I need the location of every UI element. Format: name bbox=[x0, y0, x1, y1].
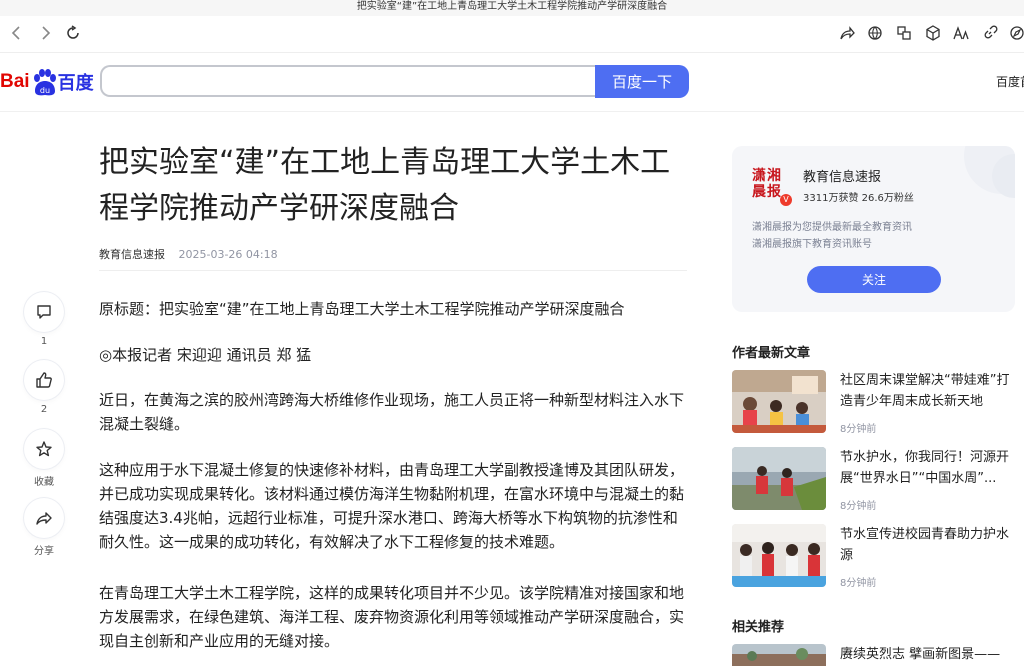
related-heading: 相关推荐 bbox=[732, 620, 785, 635]
article-paragraph: ◎本报记者 宋迎迎 通讯员 郑 猛 bbox=[99, 346, 312, 364]
favorite-label: 收藏 bbox=[34, 477, 54, 488]
comment-button[interactable] bbox=[24, 292, 64, 332]
thumbs-up-icon bbox=[36, 372, 52, 388]
baidu-logo[interactable]: Bai du 百度 bbox=[0, 65, 94, 99]
comment-count: 1 bbox=[40, 336, 48, 347]
news-title[interactable]: 节水宣传进校园青春助力护水源 bbox=[840, 524, 1018, 566]
news-title[interactable]: 社区周末课堂解决“带娃难”打造青少年周末成长新天地 bbox=[840, 370, 1018, 412]
article-paragraph: 这种应用于水下混凝土修复的快速修补材料，由青岛理工大学副教授逢博及其团队研发，并… bbox=[99, 461, 685, 551]
search-input[interactable] bbox=[100, 65, 595, 97]
author-name[interactable]: 教育信息速报 bbox=[803, 166, 881, 185]
comment-icon bbox=[37, 305, 51, 319]
news-thumbnail[interactable] bbox=[732, 644, 826, 666]
author-stats: 3311万获赞 26.6万粉丝 bbox=[803, 193, 914, 204]
logo-text-du: 百度 bbox=[57, 73, 94, 94]
author-description: 潇湘晨报为您提供最新最全教育资讯 潇湘晨报旗下教育资讯账号 bbox=[752, 219, 1002, 253]
share-label: 分享 bbox=[34, 546, 54, 557]
text-size-icon[interactable] bbox=[950, 22, 972, 44]
like-count: 2 bbox=[40, 404, 48, 415]
article-author[interactable]: 教育信息速报 bbox=[99, 248, 165, 261]
divider bbox=[99, 270, 687, 271]
paw-icon: du bbox=[31, 67, 57, 97]
forward-icon[interactable] bbox=[34, 22, 56, 44]
author-desc-line: 潇湘晨报为您提供最新最全教育资讯 bbox=[752, 222, 912, 233]
reload-icon[interactable] bbox=[62, 22, 84, 44]
news-thumbnail[interactable] bbox=[732, 370, 826, 433]
star-icon bbox=[36, 441, 52, 457]
share-button[interactable] bbox=[24, 498, 64, 538]
follow-button[interactable]: 关注 bbox=[807, 266, 941, 293]
globe-icon[interactable] bbox=[864, 22, 886, 44]
author-avatar[interactable]: 潇湘 晨报 V bbox=[752, 168, 792, 208]
back-icon[interactable] bbox=[6, 22, 28, 44]
latest-heading: 作者最新文章 bbox=[732, 346, 811, 361]
author-desc-line: 潇湘晨报旗下教育资讯账号 bbox=[752, 239, 872, 250]
news-thumbnail[interactable] bbox=[732, 447, 826, 510]
share-icon[interactable] bbox=[836, 22, 858, 44]
extension-icon[interactable] bbox=[922, 22, 944, 44]
news-time: 8分钟前 bbox=[840, 424, 877, 435]
news-time: 8分钟前 bbox=[840, 501, 877, 512]
translate-icon[interactable] bbox=[893, 22, 915, 44]
avatar-text-line1: 潇湘 bbox=[752, 168, 782, 184]
news-thumbnail[interactable] bbox=[732, 524, 826, 587]
site-header: Bai du 百度 百度一下 百度首 bbox=[0, 53, 1024, 112]
header-home-link[interactable]: 百度首 bbox=[996, 73, 1024, 90]
news-title[interactable]: 节水护水，你我同行！河源开展“世界水日”“中国水周”... bbox=[840, 447, 1018, 489]
news-title[interactable]: 赓续英烈志 擘画新图景—— bbox=[840, 644, 1018, 665]
article-title: 把实验室“建”在工地上青岛理工大学土木工程学院推动产学研深度融合 bbox=[99, 145, 671, 226]
share-arrow-icon bbox=[36, 512, 52, 525]
search-button[interactable]: 百度一下 bbox=[595, 65, 689, 98]
article-paragraph: 原标题：把实验室“建”在工地上青岛理工大学土木工程学院推动产学研深度融合 bbox=[99, 300, 625, 318]
author-card: 潇湘 晨报 V 教育信息速报 3311万获赞 26.6万粉丝 潇湘晨报为您提供最… bbox=[732, 146, 1015, 312]
article-paragraph: 在青岛理工大学土木工程学院，这样的成果转化项目并不少见。该学院精准对接国家和地方… bbox=[99, 584, 685, 650]
window-title: 把实验室“建”在工地上青岛理工大学土木工程学院推动产学研深度融合 bbox=[0, 0, 1024, 16]
browser-toolbar bbox=[0, 16, 1024, 53]
article-meta: 教育信息速报 2025-03-26 04:18 bbox=[99, 246, 278, 262]
news-time: 8分钟前 bbox=[840, 578, 877, 589]
link-icon[interactable] bbox=[979, 22, 1001, 44]
svg-text:du: du bbox=[40, 86, 50, 95]
verified-badge: V bbox=[780, 194, 792, 206]
favorite-button[interactable] bbox=[24, 429, 64, 469]
logo-text-bai: Bai bbox=[0, 71, 30, 92]
compass-icon[interactable] bbox=[1006, 22, 1024, 44]
like-button[interactable] bbox=[24, 360, 64, 400]
article-paragraph: 近日，在黄海之滨的胶州湾跨海大桥维修作业现场，施工人员正将一种新型材料注入水下混… bbox=[99, 391, 685, 433]
article-time: 2025-03-26 04:18 bbox=[178, 248, 278, 261]
